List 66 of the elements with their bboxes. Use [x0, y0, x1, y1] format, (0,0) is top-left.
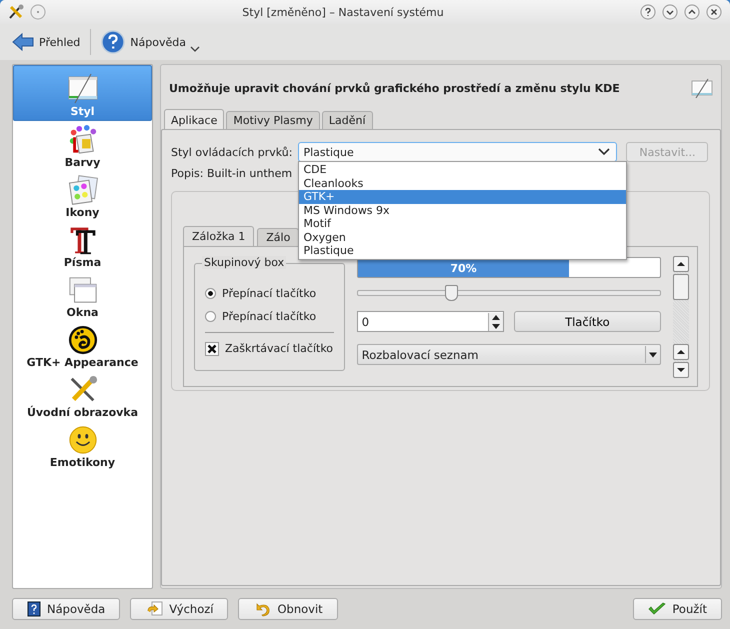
style-dropdown[interactable]: Plastique: [298, 142, 618, 162]
checkmark-icon: [648, 602, 666, 616]
combo-box[interactable]: Rozbalovací seznam: [356, 344, 662, 365]
sidebar-item[interactable]: GTK+ Appearance: [13, 321, 152, 371]
tab[interactable]: Zálo: [257, 228, 300, 246]
dialog-button[interactable]: Nápověda: [12, 598, 120, 620]
undo-page-icon: [145, 601, 164, 617]
sidebar-item[interactable]: Styl: [13, 65, 152, 121]
down-arrow-icon[interactable]: [676, 366, 686, 374]
maximize-icon[interactable]: [684, 4, 700, 20]
style-label: Styl ovládacích prvků:: [171, 146, 292, 158]
dialog-button[interactable]: Použít: [633, 598, 722, 620]
sidebar-item[interactable]: Úvodní obrazovka: [13, 371, 152, 421]
radio-button[interactable]: [205, 311, 216, 322]
tools-icon[interactable]: [8, 4, 24, 20]
tab[interactable]: Záložka 1: [183, 226, 254, 246]
dropdown-option[interactable]: GTK+: [299, 190, 626, 204]
up-arrow-icon[interactable]: [676, 348, 686, 356]
dropdown-option[interactable]: Cleanlooks: [299, 176, 626, 190]
help-book-icon: [27, 601, 41, 617]
header-text: Umožňuje upravit chování prvků grafického prostředí a změnu stylu KDE: [169, 82, 620, 94]
chevron-down-icon: [598, 148, 610, 156]
window-title: Styl [změněno] – Nastavení systému: [241, 6, 445, 18]
checkbox[interactable]: [205, 342, 219, 356]
tab[interactable]: Motivy Plasmy: [226, 111, 320, 129]
smiley-icon: [66, 425, 98, 455]
group-title: Skupinový box: [202, 256, 286, 269]
close-icon[interactable]: [706, 4, 722, 20]
dropdown-option[interactable]: CDE: [299, 163, 626, 176]
back-arrow-icon: [12, 32, 34, 52]
toolbar-button[interactable]: Přehled: [8, 30, 84, 54]
progress-text: 70%: [449, 262, 478, 275]
sidebar-item[interactable]: Ikony: [13, 171, 152, 221]
minimize-icon[interactable]: [662, 4, 678, 20]
dropdown-option[interactable]: MS Windows 9x: [299, 204, 626, 217]
description-text: Popis: Built-in unthem: [171, 167, 292, 180]
window-style-icon: [691, 78, 713, 98]
up-arrow-icon[interactable]: [676, 260, 686, 268]
dialog-button[interactable]: Výchozí: [130, 598, 228, 620]
spin-box[interactable]: 0: [356, 311, 504, 332]
toolbar-button[interactable]: Nápověda: [97, 28, 190, 56]
window-style-icon: [66, 72, 98, 104]
help-icon: [101, 30, 126, 54]
sidebar-item[interactable]: Barvy: [13, 121, 152, 171]
dropdown-option[interactable]: Plastique: [299, 244, 626, 258]
icon-sheets-icon: [66, 175, 98, 205]
radio-label: Přepínací tlačítko: [222, 287, 316, 300]
help-icon[interactable]: [640, 4, 656, 20]
slider-thumb[interactable]: [445, 285, 458, 301]
chevron-down-icon[interactable]: [190, 45, 200, 53]
radio-label: Přepínací tlačítko: [222, 310, 316, 323]
dropdown-option[interactable]: Motif: [299, 217, 626, 230]
scrollbar[interactable]: [673, 256, 690, 300]
sidebar-item[interactable]: Emotikony: [13, 421, 152, 471]
scrollbar[interactable]: [673, 344, 690, 378]
checkbox-label: Zaškrtávací tlačítko: [225, 342, 334, 355]
sidebar-item[interactable]: Písma: [13, 221, 152, 271]
tab[interactable]: Aplikace: [164, 109, 224, 129]
tab[interactable]: Ladění: [322, 111, 373, 129]
dropdown-option[interactable]: Oxygen: [299, 230, 626, 244]
radio-button[interactable]: [205, 288, 216, 299]
windows-icon: [66, 275, 98, 305]
dialog-button[interactable]: Obnovit: [238, 598, 338, 620]
sidebar-item[interactable]: Okna: [13, 271, 152, 321]
push-button[interactable]: Tlačítko: [514, 311, 662, 332]
paw-icon: [66, 325, 98, 355]
